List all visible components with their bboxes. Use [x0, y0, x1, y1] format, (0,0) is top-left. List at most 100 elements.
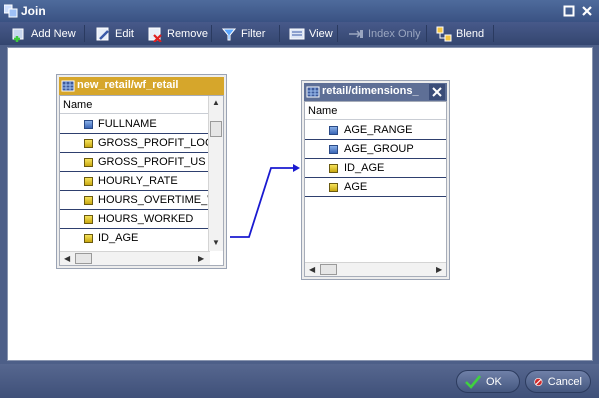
scroll-up-icon[interactable]: ▲ — [212, 99, 220, 107]
list-item[interactable]: GROSS_PROFIT_LOCAL — [60, 134, 211, 153]
key-field-icon — [84, 158, 93, 167]
join-canvas[interactable]: new_retail/wf_retail Name FULLNAME GROSS… — [7, 47, 593, 361]
view-button[interactable]: View — [286, 24, 336, 43]
scroll-left-icon[interactable]: ◀ — [309, 266, 315, 274]
blend-label: Blend — [456, 27, 485, 40]
cancel-button[interactable]: Cancel — [525, 370, 591, 393]
filter-icon — [221, 28, 237, 40]
index-only-icon — [349, 29, 363, 38]
toolbar-separator — [84, 25, 85, 42]
key-field-icon — [84, 196, 93, 205]
key-field-icon — [84, 215, 93, 224]
database-icon — [306, 86, 320, 98]
filter-button[interactable]: Filter — [218, 24, 268, 43]
list-item[interactable]: HOURS_OVERTIME_WORKED — [60, 191, 211, 210]
key-field-icon — [84, 234, 93, 243]
field-name: FULLNAME — [98, 118, 157, 130]
scroll-down-icon[interactable]: ▼ — [212, 239, 220, 247]
join-arrowhead — [293, 164, 300, 172]
edit-label: Edit — [115, 27, 134, 40]
remove-button[interactable]: Remove — [144, 24, 211, 43]
add-new-label: Add New — [31, 27, 76, 40]
ok-button[interactable]: OK — [456, 370, 520, 393]
left-table-panel[interactable]: new_retail/wf_retail Name FULLNAME GROSS… — [56, 74, 227, 269]
right-table-header[interactable]: retail/dimensions_ — [304, 83, 447, 101]
view-label: View — [309, 27, 333, 40]
field-name: GROSS_PROFIT_US — [98, 156, 206, 168]
field-name: HOURLY_RATE — [98, 175, 178, 187]
toolbar-separator — [426, 25, 427, 42]
field-name: HOURS_OVERTIME_WORKED — [98, 194, 211, 206]
index-only-label: Index Only — [368, 27, 421, 40]
left-table-title: new_retail/wf_retail — [77, 79, 179, 91]
right-column-header[interactable]: Name — [305, 102, 446, 120]
list-item[interactable]: ID_AGE — [60, 229, 211, 248]
checkmark-icon — [465, 374, 481, 389]
measure-field-icon — [329, 145, 338, 154]
list-item[interactable]: ID_AGE — [305, 159, 446, 178]
left-field-list: FULLNAME GROSS_PROFIT_LOCAL GROSS_PROFIT… — [60, 115, 211, 248]
database-icon — [61, 80, 75, 92]
add-new-icon — [12, 28, 24, 42]
dialog-footer: OK Cancel — [0, 364, 599, 398]
scroll-right-icon[interactable]: ▶ — [198, 255, 204, 263]
right-table-body: Name AGE_RANGE AGE_GROUP ID_AGE AGE ◀ ▶ — [304, 101, 447, 277]
add-new-button[interactable]: Add New — [8, 24, 79, 43]
toolbar-separator — [279, 25, 280, 42]
list-item[interactable]: HOURLY_RATE — [60, 172, 211, 191]
join-dialog: Join Add New Edit Remove Filter View Ind… — [0, 0, 599, 398]
list-item[interactable]: HOURS_WORKED — [60, 210, 211, 229]
left-table-header[interactable]: new_retail/wf_retail — [59, 77, 224, 95]
right-table-panel[interactable]: retail/dimensions_ Name AGE_RANGE AGE_GR… — [301, 80, 450, 280]
scroll-right-icon[interactable]: ▶ — [436, 266, 442, 274]
list-item[interactable]: AGE_RANGE — [305, 121, 446, 140]
left-table-body: Name FULLNAME GROSS_PROFIT_LOCAL GROSS_P… — [59, 95, 224, 266]
field-name: GROSS_PROFIT_LOCAL — [98, 137, 211, 149]
cancel-label: Cancel — [547, 375, 582, 388]
list-item[interactable]: AGE_GROUP — [305, 140, 446, 159]
list-item[interactable]: GROSS_PROFIT_US — [60, 153, 211, 172]
scroll-thumb[interactable] — [210, 121, 222, 137]
field-name: ID_AGE — [98, 232, 139, 244]
ok-label: OK — [486, 375, 502, 388]
field-name: HOURS_WORKED — [98, 213, 194, 225]
left-vertical-scrollbar[interactable]: ▲ ▼ — [208, 96, 223, 251]
left-column-header[interactable]: Name — [60, 96, 210, 114]
field-name: ID_AGE — [344, 162, 385, 174]
edit-button[interactable]: Edit — [92, 24, 137, 43]
scroll-thumb[interactable] — [75, 253, 92, 264]
key-field-icon — [84, 177, 93, 186]
scroll-thumb[interactable] — [320, 264, 337, 275]
index-only-button[interactable]: Index Only — [345, 24, 424, 43]
blend-button[interactable]: Blend — [433, 24, 487, 43]
toolbar-separator — [211, 25, 212, 42]
remove-icon — [148, 27, 162, 42]
title-bar: Join — [0, 0, 599, 22]
remove-label: Remove — [167, 27, 208, 40]
toolbar-separator — [337, 25, 338, 42]
right-table-title: retail/dimensions_ — [322, 85, 419, 97]
toolbar: Add New Edit Remove Filter View Index On… — [0, 22, 599, 45]
close-icon[interactable] — [581, 5, 593, 17]
right-horizontal-scrollbar[interactable]: ◀ ▶ — [305, 262, 446, 276]
cancel-icon — [534, 377, 543, 386]
right-field-list: AGE_RANGE AGE_GROUP ID_AGE AGE — [305, 121, 446, 197]
blend-icon — [436, 26, 452, 41]
measure-field-icon — [329, 126, 338, 135]
list-item[interactable]: FULLNAME — [60, 115, 211, 134]
field-name: AGE — [344, 181, 368, 193]
measure-field-icon — [84, 120, 93, 129]
toolbar-separator — [493, 25, 494, 42]
close-table-icon[interactable] — [429, 84, 445, 100]
key-field-icon — [329, 164, 338, 173]
list-item[interactable]: AGE — [305, 178, 446, 197]
key-field-icon — [329, 183, 338, 192]
key-field-icon — [84, 139, 93, 148]
join-app-icon — [4, 4, 18, 18]
field-name: AGE_GROUP — [344, 143, 414, 155]
left-horizontal-scrollbar[interactable]: ◀ ▶ — [60, 251, 210, 265]
edit-icon — [96, 27, 109, 40]
window-title: Join — [21, 4, 46, 18]
scroll-left-icon[interactable]: ◀ — [64, 255, 70, 263]
maximize-icon[interactable] — [563, 5, 575, 17]
